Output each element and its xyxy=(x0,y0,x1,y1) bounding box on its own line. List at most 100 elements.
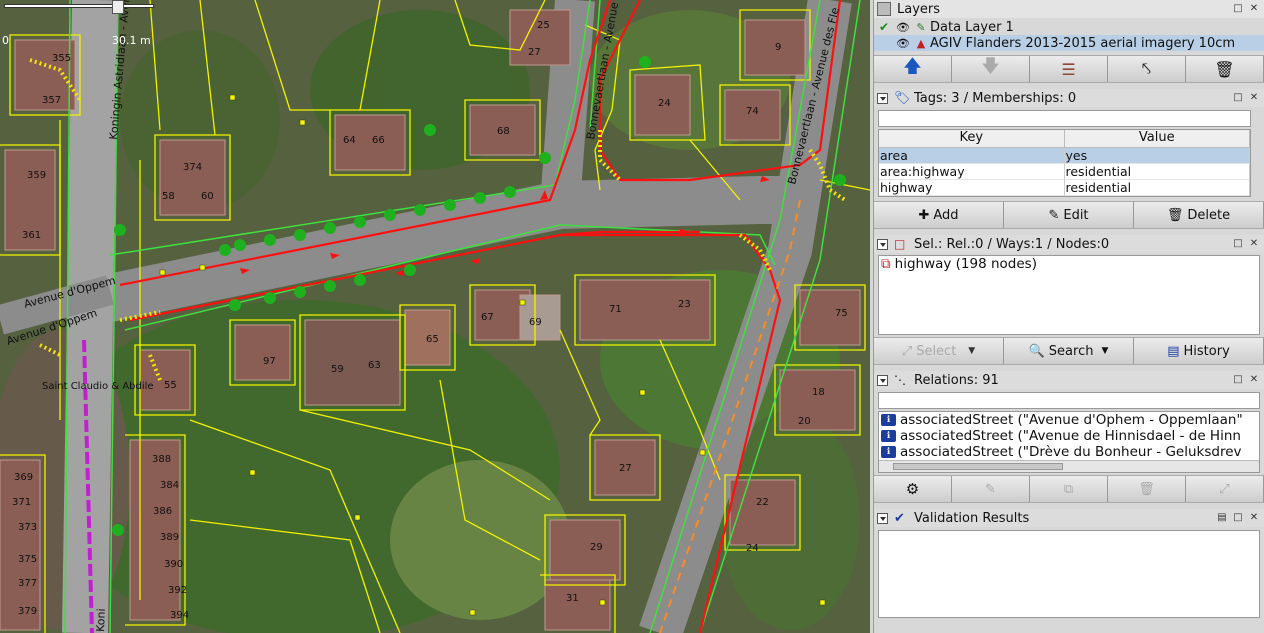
map-view[interactable]: 25 27 9 24 74 68 64 66 355 357 374 359 5… xyxy=(0,0,870,633)
tag-row[interactable]: area yes xyxy=(879,148,1250,164)
layers-titlebar[interactable]: Layers □ ✕ xyxy=(874,0,1264,18)
select-icon: ⤢ xyxy=(901,343,913,359)
delete-layer-button[interactable]: 🗑 xyxy=(1186,56,1264,82)
layer-item[interactable]: ✔ 👁 ✎ Data Layer 1 xyxy=(874,19,1264,35)
zoom-slider-handle[interactable] xyxy=(112,0,124,14)
tag-value: yes xyxy=(1064,148,1250,164)
tag-value: residential xyxy=(1064,180,1250,196)
house-number: 24 xyxy=(746,543,759,554)
trash-icon: 🗑 xyxy=(1166,207,1184,223)
dock-icon[interactable]: □ xyxy=(1232,512,1244,524)
close-icon[interactable]: ✕ xyxy=(1248,238,1260,250)
tag-key: highway xyxy=(879,180,1065,196)
close-icon[interactable]: ✕ xyxy=(1248,3,1260,15)
collapse-icon[interactable] xyxy=(877,512,888,524)
tag-value: residential xyxy=(1064,164,1250,180)
edit-relation-button[interactable]: ✎ xyxy=(952,476,1030,502)
select-button[interactable]: ⤢ Select ▼ xyxy=(874,338,1004,364)
house-number: 60 xyxy=(201,191,214,202)
tag-icon: 🏷 xyxy=(894,91,911,106)
delete-tag-button[interactable]: 🗑 Delete xyxy=(1134,202,1264,228)
house-number: 64 xyxy=(343,135,356,146)
relations-titlebar[interactable]: ⋱ Relations: 91 □ ✕ xyxy=(874,371,1264,389)
dock-icon[interactable]: □ xyxy=(1232,374,1244,386)
history-button[interactable]: ▤ History xyxy=(1134,338,1264,364)
duplicate-relation-button[interactable]: ⧉ xyxy=(1030,476,1108,502)
chevron-down-icon[interactable]: ▼ xyxy=(968,346,975,356)
house-number: 392 xyxy=(168,585,187,596)
chevron-down-icon[interactable]: ▼ xyxy=(1101,346,1108,356)
activate-layer-button[interactable]: ☰ xyxy=(1030,56,1108,82)
search-icon: 🔍 xyxy=(1028,343,1045,359)
house-number: 359 xyxy=(27,170,46,181)
house-number: 390 xyxy=(164,559,183,570)
house-number: 31 xyxy=(566,593,579,604)
key-column-header[interactable]: Key xyxy=(879,130,1065,147)
close-icon[interactable]: ✕ xyxy=(1248,512,1260,524)
list-item[interactable]: ℹ associatedStreet ("Avenue de Hinnisdael… xyxy=(879,428,1259,444)
relation-filter-input[interactable] xyxy=(878,392,1260,409)
move-down-button[interactable]: 🡇 xyxy=(952,56,1030,82)
layers-toolbar: 🡅 🡇 ☰ ⤣ 🗑 xyxy=(874,55,1264,83)
collapse-icon[interactable] xyxy=(877,92,888,104)
dock-icon[interactable]: □ xyxy=(1232,92,1244,104)
tag-row[interactable]: area:highway residential xyxy=(879,164,1250,180)
house-number: 386 xyxy=(153,506,172,517)
search-button[interactable]: 🔍 Search ▼ xyxy=(1004,338,1134,364)
visibility-eye-icon[interactable]: 👁 xyxy=(894,37,912,50)
layer-name: AGIV Flanders 2013-2015 aerial imagery 1… xyxy=(930,35,1236,51)
house-number: 58 xyxy=(162,191,175,202)
value-column-header[interactable]: Value xyxy=(1065,130,1250,147)
validation-list xyxy=(878,530,1260,618)
dock-icon[interactable]: □ xyxy=(1232,238,1244,250)
validation-titlebar[interactable]: ✔ Validation Results ▤ □ ✕ xyxy=(874,509,1264,527)
list-item[interactable]: ℹ associatedStreet ("Avenue d'Ophem - Opp… xyxy=(879,412,1259,428)
scale-bar: 0 30.1 m xyxy=(0,0,160,47)
delete-relation-button[interactable]: 🗑 xyxy=(1108,476,1186,502)
tags-table: Key Value area yes area:highway resident… xyxy=(878,129,1251,197)
imagery-layer-icon: ▲ xyxy=(916,36,926,50)
house-number: 65 xyxy=(426,334,439,345)
active-check-icon[interactable]: ✔ xyxy=(874,20,894,34)
tags-title: Tags: 3 / Memberships: 0 xyxy=(914,90,1077,106)
house-number: 384 xyxy=(160,480,179,491)
select-icon: ⤢ xyxy=(1219,481,1230,497)
settings-icon[interactable]: ▤ xyxy=(1216,512,1228,524)
list-item[interactable]: ℹ associatedStreet ("Drève du Bonheur - G… xyxy=(879,444,1259,460)
selection-list: ⧉ highway (198 nodes) xyxy=(878,255,1260,335)
copy-icon: ⧉ xyxy=(1063,481,1074,497)
add-tag-button[interactable]: ✚ Add xyxy=(874,202,1004,228)
edit-tag-button[interactable]: ✎ Edit xyxy=(1004,202,1134,228)
select-members-button[interactable]: ⤢ xyxy=(1186,476,1264,502)
selection-titlebar[interactable]: □ Sel.: Rel.:0 / Ways:1 / Nodes:0 □ ✕ xyxy=(874,235,1264,253)
house-number: 67 xyxy=(481,312,494,323)
horizontal-scrollbar[interactable] xyxy=(879,460,1259,472)
new-relation-button[interactable]: ⚙ xyxy=(874,476,952,502)
trash-icon: 🗑 xyxy=(1138,481,1155,497)
house-number: 59 xyxy=(331,364,344,375)
close-icon[interactable]: ✕ xyxy=(1248,92,1260,104)
house-number: 9 xyxy=(775,42,781,53)
selection-title: Sel.: Rel.:0 / Ways:1 / Nodes:0 xyxy=(914,236,1110,252)
map-canvas[interactable]: 25 27 9 24 74 68 64 66 355 357 374 359 5… xyxy=(0,0,870,633)
collapse-icon[interactable] xyxy=(877,374,888,386)
collapse-icon[interactable] xyxy=(877,238,888,250)
trash-icon: 🗑 xyxy=(1214,59,1235,79)
relations-title: Relations: 91 xyxy=(914,372,999,388)
close-icon[interactable]: ✕ xyxy=(1248,374,1260,386)
tags-titlebar[interactable]: 🏷 Tags: 3 / Memberships: 0 □ ✕ xyxy=(874,89,1264,107)
merge-icon: ⤣ xyxy=(1141,59,1151,78)
house-number: 97 xyxy=(263,356,276,367)
visibility-eye-icon[interactable]: 👁 xyxy=(894,21,912,34)
layer-name: Data Layer 1 xyxy=(930,19,1014,35)
move-up-button[interactable]: 🡅 xyxy=(874,56,952,82)
house-number: 24 xyxy=(658,98,671,109)
list-item[interactable]: ⧉ highway (198 nodes) xyxy=(879,256,1259,272)
dock-icon[interactable]: □ xyxy=(1232,3,1244,15)
tag-filter-input[interactable] xyxy=(878,110,1251,127)
house-number: 25 xyxy=(537,20,550,31)
layer-item[interactable]: 👁 ▲ AGIV Flanders 2013-2015 aerial image… xyxy=(874,35,1264,51)
tag-row[interactable]: highway residential xyxy=(879,180,1250,196)
merge-layer-button[interactable]: ⤣ xyxy=(1108,56,1186,82)
house-number: 22 xyxy=(756,497,769,508)
